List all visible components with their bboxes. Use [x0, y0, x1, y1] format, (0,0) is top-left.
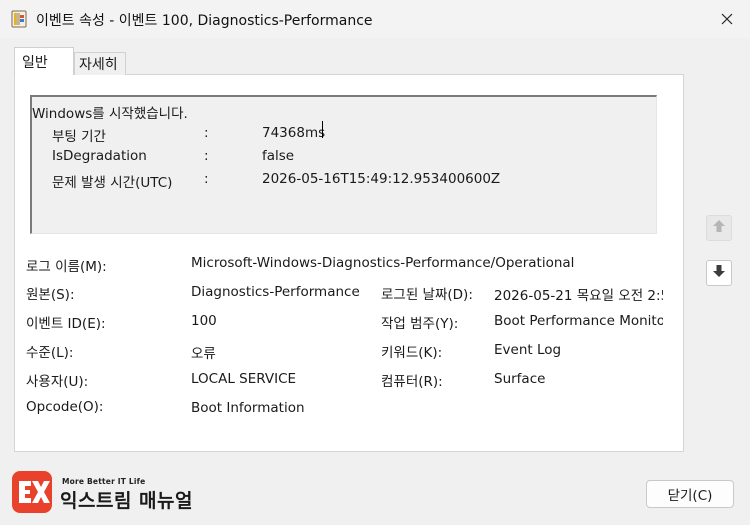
description-sep: :: [204, 148, 209, 164]
level-value: 오류: [191, 346, 216, 362]
opcode-value: Boot Information: [191, 400, 305, 416]
window-title: 이벤트 속성 - 이벤트 100, Diagnostics-Performanc…: [36, 13, 373, 29]
description-value: 74368ms: [262, 125, 326, 141]
event-viewer-icon: [11, 10, 27, 28]
close-button[interactable]: 닫기(C): [646, 480, 734, 508]
computer-label: 컴퓨터(R):: [381, 374, 443, 390]
description-headline: Windows를 시작했습니다.: [32, 106, 188, 122]
next-event-button[interactable]: [706, 260, 732, 286]
description-key: 부팅 기간: [52, 129, 106, 145]
close-icon: [721, 10, 733, 29]
level-label: 수준(L):: [26, 345, 74, 361]
task-category-value: Boot Performance Monitor: [494, 313, 663, 329]
arrow-down-icon: [711, 263, 727, 283]
description-value: 2026-05-16T15:49:12.953400600Z: [262, 171, 501, 187]
watermark-name: 익스트림 매뉴얼: [60, 490, 193, 512]
text-caret: [322, 121, 323, 138]
user-value: LOCAL SERVICE: [191, 371, 297, 387]
description-key: 문제 발생 시간(UTC): [52, 175, 173, 191]
keywords-value: Event Log: [494, 342, 562, 358]
computer-value: Surface: [494, 371, 546, 387]
description-value: false: [262, 148, 295, 164]
logged-value: 2026-05-21 목요일 오전 2:5: [494, 288, 663, 304]
source-label: 원본(S):: [26, 287, 75, 303]
task-category-label: 작업 범주(Y):: [381, 316, 459, 332]
event-properties-window: 이벤트 속성 - 이벤트 100, Diagnostics-Performanc…: [0, 0, 750, 525]
previous-event-button[interactable]: [706, 215, 732, 241]
opcode-label: Opcode(O):: [26, 399, 104, 415]
arrow-up-icon: [711, 218, 727, 238]
tab-details[interactable]: 자세히: [74, 52, 126, 75]
description-sep: :: [204, 125, 209, 141]
user-label: 사용자(U):: [26, 374, 89, 390]
window-close-button[interactable]: [704, 0, 750, 38]
keywords-label: 키워드(K):: [381, 345, 443, 361]
log-name-value: Microsoft-Windows-Diagnostics-Performanc…: [191, 255, 575, 271]
event-id-value: 100: [191, 313, 217, 329]
description-key: IsDegradation: [52, 148, 147, 164]
watermark-tagline: More Better IT Life: [62, 477, 146, 486]
watermark-logo: [12, 471, 52, 513]
log-name-label: 로그 이름(M):: [26, 259, 107, 275]
logged-label: 로그된 날짜(D):: [381, 287, 473, 303]
event-id-label: 이벤트 ID(E):: [26, 316, 106, 332]
source-value: Diagnostics-Performance: [191, 284, 360, 300]
tab-general[interactable]: 일반: [14, 47, 74, 75]
description-sep: :: [204, 171, 209, 187]
title-bar: 이벤트 속성 - 이벤트 100, Diagnostics-Performanc…: [0, 0, 750, 38]
